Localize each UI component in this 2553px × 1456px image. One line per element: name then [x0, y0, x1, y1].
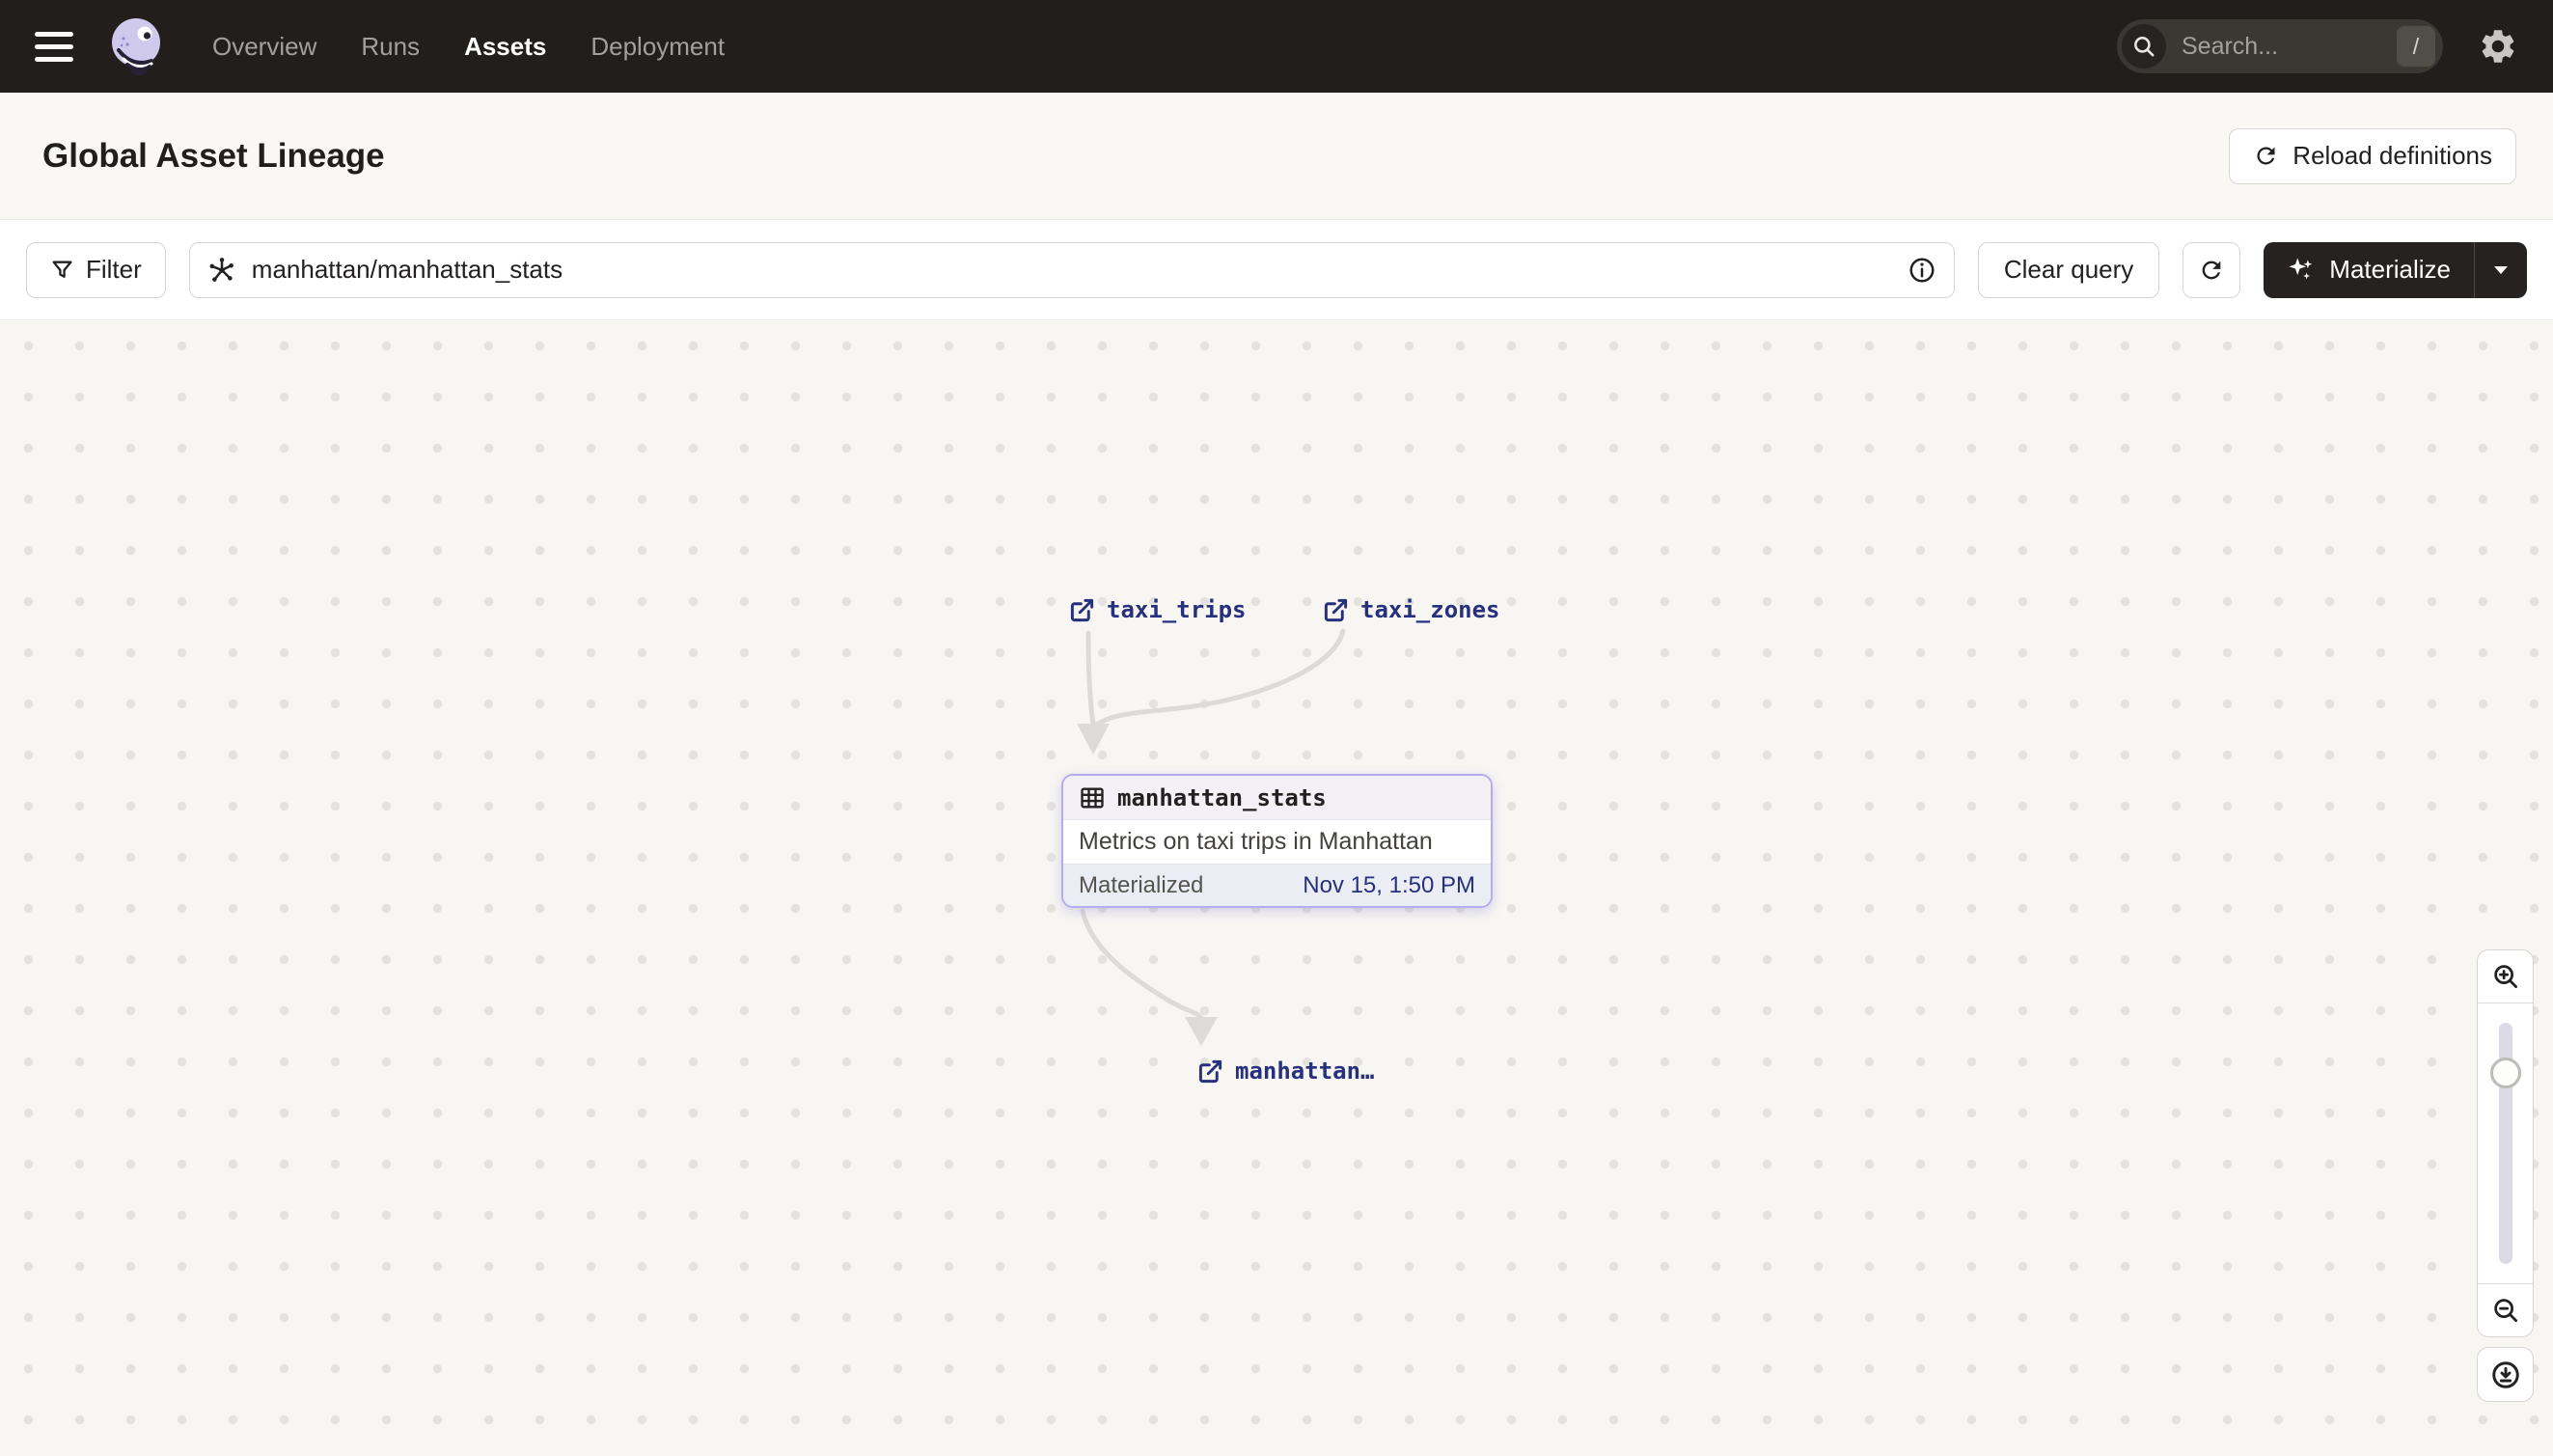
graph-query-icon [209, 257, 233, 282]
zoom-slider-handle[interactable] [2489, 1058, 2521, 1088]
status-timestamp[interactable]: Nov 15, 1:50 PM [1303, 872, 1475, 899]
asset-query-input[interactable] [249, 254, 1894, 286]
nav-link-deployment[interactable]: Deployment [590, 32, 725, 62]
refresh-icon [2202, 261, 2221, 279]
search-shortcut-badge: / [2397, 26, 2435, 67]
global-search[interactable]: / [2117, 19, 2443, 73]
asset-label: manhattan_stats [1117, 783, 1327, 811]
menu-icon[interactable] [35, 31, 73, 62]
funnel-icon [52, 261, 72, 278]
materialize-label: Materialize [2329, 255, 2451, 284]
lineage-canvas[interactable]: taxi_trips taxi_zones manhattan_stats Me… [0, 320, 2553, 1456]
external-link-icon [1198, 1059, 1222, 1083]
reload-icon [2257, 147, 2275, 165]
external-link-icon [1070, 598, 1094, 621]
dagster-logo-icon[interactable] [106, 15, 168, 77]
search-icon [2122, 24, 2166, 69]
status-label: Materialized [1079, 871, 1204, 898]
external-link-icon [1324, 598, 1348, 621]
page-title: Global Asset Lineage [42, 136, 385, 175]
page-header: Global Asset Lineage Reload definitions [0, 93, 2553, 220]
asset-query-box[interactable] [188, 241, 1955, 298]
download-icon [2491, 1360, 2519, 1388]
nav-links: Overview Runs Assets Deployment [212, 32, 725, 62]
clear-query-button[interactable]: Clear query [1977, 241, 2160, 298]
zoom-out-icon [2493, 1299, 2517, 1322]
gear-icon [2482, 30, 2514, 63]
reload-definitions-button[interactable]: Reload definitions [2229, 127, 2516, 184]
filter-label: Filter [86, 255, 142, 284]
download-image-button[interactable] [2477, 1347, 2534, 1402]
asset-label: taxi_zones [1360, 596, 1500, 623]
table-icon [1081, 787, 1104, 808]
materialize-split-button: Materialize [2264, 241, 2527, 298]
zoom-slider[interactable] [2478, 1003, 2533, 1283]
arrowhead-icon [1185, 1017, 1218, 1046]
asset-node-taxi-trips[interactable]: taxi_trips [1069, 596, 1247, 623]
refresh-graph-button[interactable] [2182, 241, 2241, 298]
top-nav: Overview Runs Assets Deployment / [0, 0, 2553, 93]
zoom-in-icon [2493, 965, 2517, 988]
asset-node-manhattan-stats[interactable]: manhattan_stats Metrics on taxi trips in… [1061, 774, 1493, 908]
nav-link-runs[interactable]: Runs [361, 32, 420, 62]
asset-node-taxi-zones[interactable]: taxi_zones [1323, 596, 1500, 623]
clear-query-label: Clear query [2003, 255, 2134, 284]
asset-description: Metrics on taxi trips in Manhattan [1063, 820, 1491, 864]
zoom-in-button[interactable] [2478, 950, 2533, 1003]
asset-status-row: Materialized Nov 15, 1:50 PM [1063, 864, 1491, 906]
nav-link-assets[interactable]: Assets [464, 32, 546, 62]
asset-node-manhattan-truncated[interactable]: manhattan… [1197, 1058, 1375, 1085]
asset-label: taxi_trips [1107, 596, 1247, 623]
materialize-button[interactable]: Materialize [2264, 242, 2474, 298]
settings-button[interactable] [2478, 26, 2518, 67]
asset-card-header: manhattan_stats [1063, 776, 1491, 820]
zoom-out-button[interactable] [2478, 1283, 2533, 1336]
materialize-dropdown-button[interactable] [2475, 242, 2527, 298]
reload-definitions-label: Reload definitions [2292, 141, 2492, 170]
lineage-toolbar: Filter Clear query [0, 220, 2553, 320]
query-info-icon[interactable] [1908, 256, 1936, 285]
chevron-down-icon [2494, 265, 2508, 274]
arrowhead-icon [1077, 724, 1110, 755]
search-input[interactable] [2180, 31, 2383, 62]
zoom-stack [2477, 949, 2534, 1337]
nav-link-overview[interactable]: Overview [212, 32, 316, 62]
filter-button[interactable]: Filter [26, 241, 166, 298]
sparkle-icon [2289, 258, 2313, 279]
asset-label: manhattan… [1235, 1058, 1375, 1085]
zoom-controls [2477, 949, 2534, 1402]
